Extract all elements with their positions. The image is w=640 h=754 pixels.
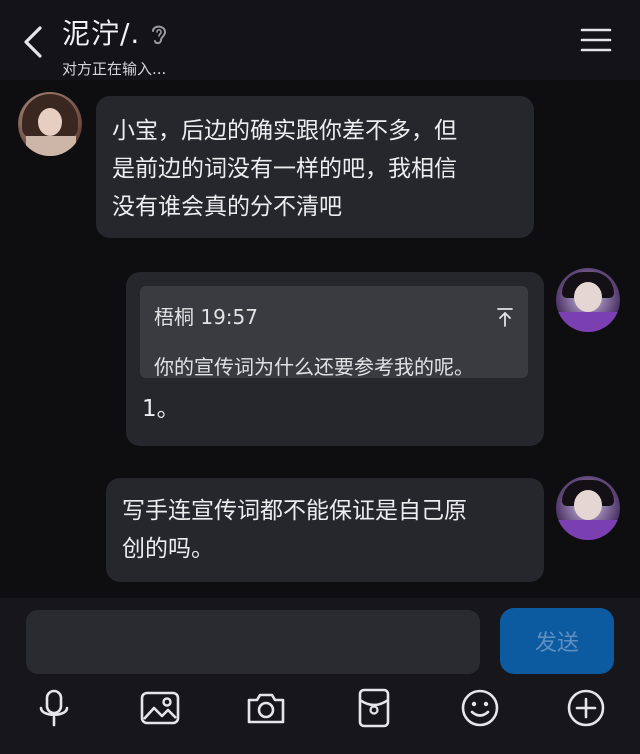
- microphone-icon[interactable]: [32, 686, 76, 730]
- ear-icon: [152, 25, 167, 45]
- emoji-icon[interactable]: [458, 686, 502, 730]
- message-line: 是前边的词没有一样的吧，我相信: [112, 156, 457, 182]
- send-button[interactable]: 发送: [500, 608, 614, 674]
- quoted-message[interactable]: 梧桐 19:57 你的宣传词为什么还要参考我的呢。: [140, 286, 528, 379]
- message-input[interactable]: [26, 610, 480, 674]
- title-block[interactable]: 泥泞/. 对方正在输入...: [62, 12, 170, 79]
- my-avatar[interactable]: [556, 268, 620, 332]
- message-line: 没有谁会真的分不清吧: [112, 194, 342, 220]
- image-icon[interactable]: [138, 686, 182, 730]
- plus-icon[interactable]: [564, 686, 608, 730]
- composer: 发送: [0, 598, 640, 754]
- back-arrow-icon[interactable]: [18, 22, 50, 62]
- message-line: 小宝，后边的确实跟你差不多，但: [112, 118, 457, 144]
- quote-author-time: 梧桐 19:57: [154, 305, 258, 329]
- message-bubble-outgoing[interactable]: 梧桐 19:57 你的宣传词为什么还要参考我的呢。 1。: [126, 272, 544, 446]
- typing-status: 对方正在输入...: [62, 60, 167, 78]
- message-list[interactable]: 小宝，后边的确实跟你差不多，但 是前边的词没有一样的吧，我相信 没有谁会真的分不…: [0, 80, 640, 598]
- message-bubble-outgoing[interactable]: 写手连宣传词都不能保证是自己原 创的吗。: [106, 478, 544, 582]
- chat-header: 泥泞/. 对方正在输入...: [0, 0, 640, 80]
- camera-icon[interactable]: [244, 686, 288, 730]
- jump-to-quote-icon[interactable]: [496, 307, 514, 327]
- quote-text: 你的宣传词为什么还要参考我的呢。: [154, 355, 474, 379]
- message-text: 1。: [142, 396, 180, 422]
- contact-avatar[interactable]: [18, 92, 82, 156]
- message-bubble-incoming[interactable]: 小宝，后边的确实跟你差不多，但 是前边的词没有一样的吧，我相信 没有谁会真的分不…: [96, 96, 534, 238]
- red-packet-icon[interactable]: [352, 686, 396, 730]
- message-line: 写手连宣传词都不能保证是自己原: [122, 498, 467, 524]
- contact-name: 泥泞/.: [62, 17, 141, 50]
- my-avatar[interactable]: [556, 476, 620, 540]
- menu-icon[interactable]: [580, 26, 612, 54]
- input-toolbar: [0, 686, 640, 736]
- message-line: 创的吗。: [122, 536, 214, 562]
